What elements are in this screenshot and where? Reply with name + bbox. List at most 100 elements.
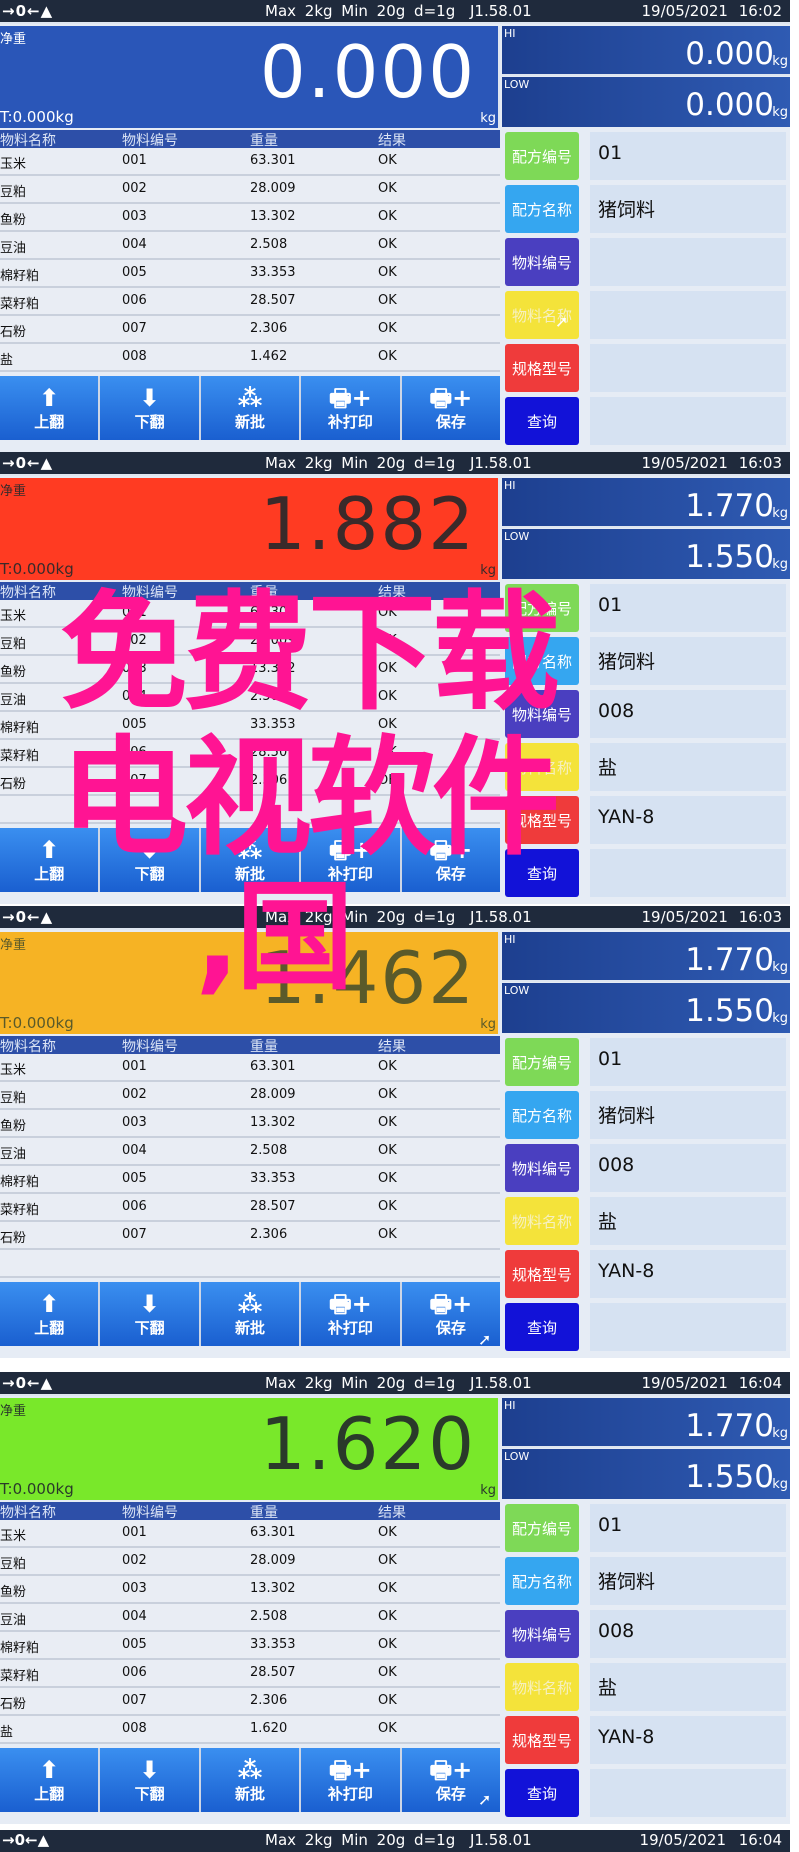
- page-up-button[interactable]: ⬆ 上翻: [0, 1748, 99, 1812]
- table-row[interactable]: 玉米 001 63.301 OK: [0, 148, 500, 176]
- page-up-button[interactable]: ⬆ 上翻: [0, 1282, 99, 1346]
- table-row[interactable]: 棉籽粕 005 33.353 OK: [0, 1166, 500, 1194]
- printer-plus-icon: 🖶+: [429, 383, 473, 412]
- side-button-label: 规格型号: [511, 1731, 572, 1750]
- hi-limit[interactable]: HI 1.770 kg: [502, 932, 790, 982]
- button-label: 保存: [435, 1318, 466, 1337]
- table-cell: OK: [378, 1525, 397, 1540]
- arrow-up-icon: ⬆: [39, 1289, 60, 1318]
- table-cell: 菜籽粕: [0, 1203, 40, 1218]
- material-name-field: 盐: [590, 743, 786, 791]
- table-cell: OK: [378, 237, 397, 252]
- table-cell: 28.009: [250, 181, 296, 196]
- scale-spec: Max 2kg Min 20g d=1g: [265, 2, 456, 20]
- table-row[interactable]: 盐 008 1.620 OK: [0, 1716, 500, 1744]
- recipe-name-button[interactable]: 配方名称: [505, 1091, 579, 1139]
- recipe-code-button[interactable]: 配方编号: [505, 1504, 579, 1552]
- query-button[interactable]: 查询: [505, 397, 579, 445]
- spec-model-button[interactable]: 规格型号: [505, 1716, 579, 1764]
- table-row[interactable]: 盐 008 1.462 OK: [0, 344, 500, 372]
- column-header: 结果: [378, 1039, 406, 1055]
- new-batch-button[interactable]: ⁂ 新批: [200, 1748, 300, 1812]
- table-cell: 002: [122, 1087, 147, 1102]
- material-code-button[interactable]: 物料编号: [505, 238, 579, 286]
- hi-limit[interactable]: HI 1.770 kg: [502, 1398, 790, 1448]
- page-down-button[interactable]: ⬇ 下翻: [100, 376, 199, 440]
- table-cell: 28.507: [250, 293, 296, 308]
- material-name-field: 盐: [590, 1197, 786, 1245]
- hi-value: 1.770: [685, 488, 774, 524]
- mouse-cursor-icon: ➚: [478, 1790, 492, 1809]
- new-batch-button[interactable]: ⁂ 新批: [200, 376, 300, 440]
- low-limit[interactable]: LOW 1.550 kg: [502, 1449, 790, 1499]
- low-limit[interactable]: LOW 1.550 kg: [502, 529, 790, 579]
- status-datetime: 19/05/2021 16:03: [642, 454, 782, 472]
- table-row[interactable]: 豆粕 002 28.009 OK: [0, 176, 500, 204]
- recipe-code-field: 01: [590, 1038, 786, 1086]
- side-button-label: 查询: [526, 1318, 557, 1337]
- reprint-button[interactable]: 🖶+ 补打印: [301, 1282, 400, 1346]
- table-row[interactable]: 鱼粉 003 13.302 OK: [0, 1110, 500, 1138]
- spec-model-button[interactable]: 规格型号: [505, 344, 579, 392]
- table-cell: 豆油: [0, 1613, 27, 1628]
- table-row[interactable]: 鱼粉 003 13.302 OK: [0, 204, 500, 232]
- low-label: LOW: [504, 984, 530, 997]
- table-cell: 棉籽粕: [0, 1175, 40, 1190]
- spec-model-button[interactable]: 规格型号: [505, 1250, 579, 1298]
- table-row[interactable]: 豆粕 002 28.009 OK: [0, 1082, 500, 1110]
- limit-panel: HI 0.000 kg LOW 0.000 kg: [502, 26, 790, 128]
- table-cell: OK: [378, 1581, 397, 1596]
- field-value: 008: [598, 700, 635, 722]
- table-row[interactable]: [0, 1250, 500, 1278]
- table-row[interactable]: 石粉 007 2.306 OK: [0, 316, 500, 344]
- hi-limit[interactable]: HI 0.000 kg: [502, 26, 790, 76]
- recipe-code-button[interactable]: 配方编号: [505, 132, 579, 180]
- table-row[interactable]: 棉籽粕 005 33.353 OK: [0, 260, 500, 288]
- new-batch-button[interactable]: ⁂ 新批: [200, 1282, 300, 1346]
- hi-limit[interactable]: HI 1.770 kg: [502, 478, 790, 528]
- page-down-button[interactable]: ⬇ 下翻: [100, 1282, 199, 1346]
- table-row[interactable]: 菜籽粕 006 28.507 OK: [0, 288, 500, 316]
- table-cell: 鱼粉: [0, 1119, 27, 1134]
- low-limit[interactable]: LOW 1.550 kg: [502, 983, 790, 1033]
- table-row[interactable]: 豆油 004 2.508 OK: [0, 1604, 500, 1632]
- table-cell: 003: [122, 1115, 147, 1130]
- table-row[interactable]: 鱼粉 003 13.302 OK: [0, 1576, 500, 1604]
- recipe-name-button[interactable]: 配方名称: [505, 1557, 579, 1605]
- table-row[interactable]: 豆粕 002 28.009 OK: [0, 1548, 500, 1576]
- query-button[interactable]: 查询: [505, 1769, 579, 1817]
- field-value: 猪饲料: [598, 199, 656, 221]
- watermark-line2: 电视软件: [60, 724, 560, 873]
- table-row[interactable]: 豆油 004 2.508 OK: [0, 1138, 500, 1166]
- low-limit[interactable]: LOW 0.000 kg: [502, 77, 790, 127]
- table-row[interactable]: 玉米 001 63.301 OK: [0, 1054, 500, 1082]
- table-cell: 006: [122, 1199, 147, 1214]
- table-row[interactable]: 石粉 007 2.306 OK: [0, 1222, 500, 1250]
- material-name-button[interactable]: 物料名称: [505, 1663, 579, 1711]
- table-cell: OK: [378, 265, 397, 280]
- button-label: 新批: [235, 1318, 266, 1337]
- page-down-button[interactable]: ⬇ 下翻: [100, 1748, 199, 1812]
- recipe-name-button[interactable]: 配方名称: [505, 185, 579, 233]
- table-row[interactable]: 豆油 004 2.508 OK: [0, 232, 500, 260]
- table-cell: 008: [122, 1721, 147, 1736]
- table-cell: 001: [122, 1059, 147, 1074]
- table-cell: 002: [122, 181, 147, 196]
- material-code-button[interactable]: 物料编号: [505, 1144, 579, 1192]
- firmware-version: J1.58.01: [470, 1831, 532, 1849]
- table-row[interactable]: 石粉 007 2.306 OK: [0, 1688, 500, 1716]
- recipe-code-button[interactable]: 配方编号: [505, 1038, 579, 1086]
- table-row[interactable]: 菜籽粕 006 28.507 OK: [0, 1194, 500, 1222]
- table-row[interactable]: 菜籽粕 006 28.507 OK: [0, 1660, 500, 1688]
- table-row[interactable]: 玉米 001 63.301 OK: [0, 1520, 500, 1548]
- zero-tare-status-icon: →0←▲: [2, 2, 54, 20]
- table-cell: OK: [378, 1553, 397, 1568]
- reprint-button[interactable]: 🖶+ 补打印: [301, 376, 400, 440]
- query-button[interactable]: 查询: [505, 1303, 579, 1351]
- reprint-button[interactable]: 🖶+ 补打印: [301, 1748, 400, 1812]
- save-button[interactable]: 🖶+ 保存: [401, 376, 501, 440]
- material-code-button[interactable]: 物料编号: [505, 1610, 579, 1658]
- table-row[interactable]: 棉籽粕 005 33.353 OK: [0, 1632, 500, 1660]
- page-up-button[interactable]: ⬆ 上翻: [0, 376, 99, 440]
- material-name-button[interactable]: 物料名称: [505, 1197, 579, 1245]
